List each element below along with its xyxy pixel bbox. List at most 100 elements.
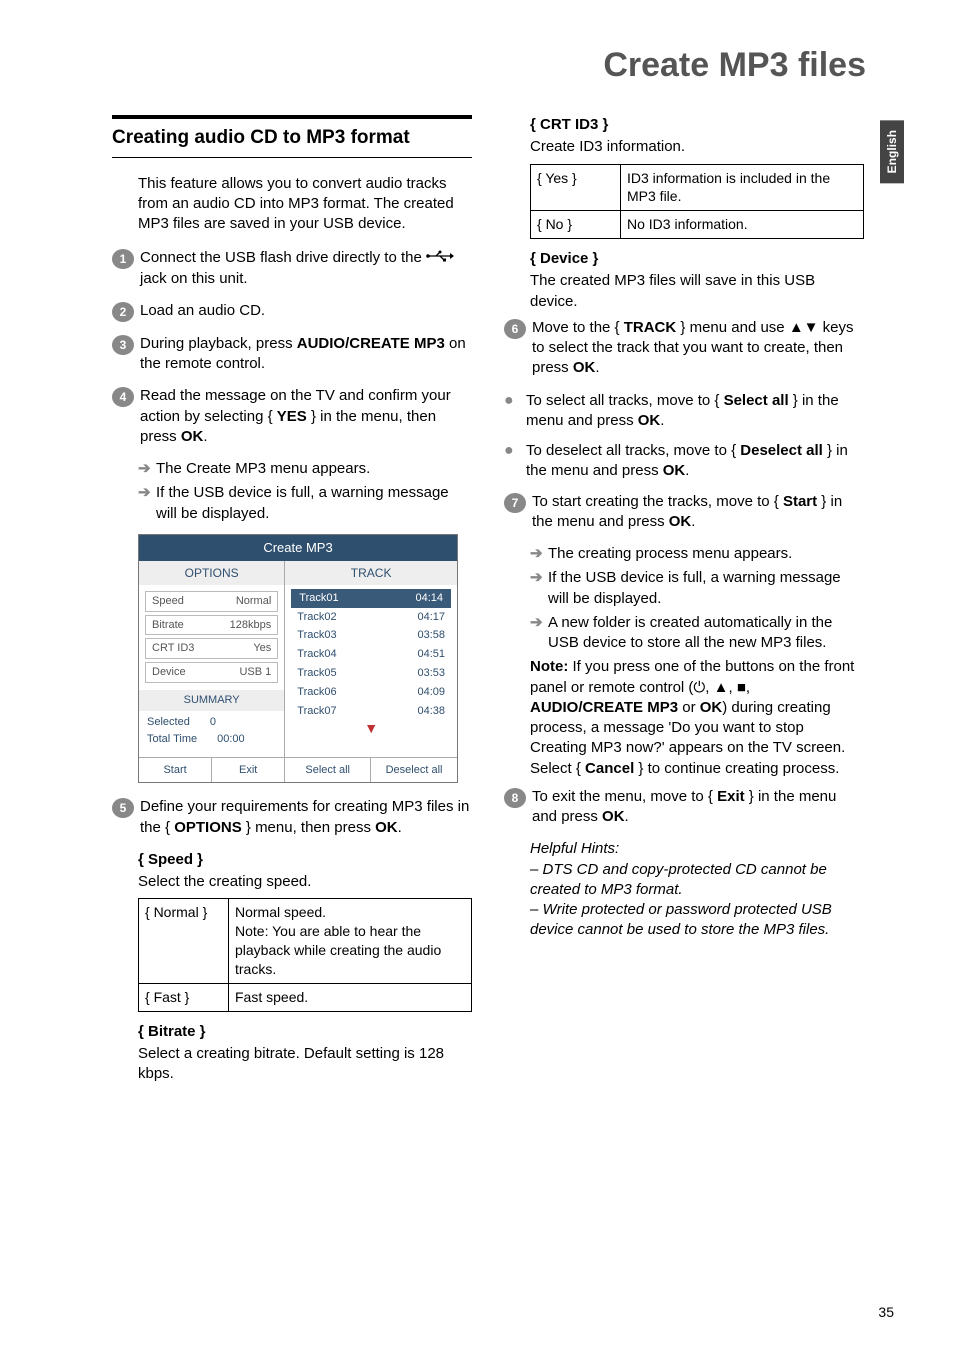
trk-name: Track02 [297, 610, 336, 625]
trk-name: Track07 [297, 704, 336, 719]
step7-sub3: ➔A new folder is created automatically i… [530, 613, 864, 654]
step8-b: Exit [717, 788, 745, 805]
trk-time: 03:53 [417, 666, 445, 681]
step5-e: . [398, 819, 402, 836]
step5-c: } menu, then press [242, 819, 375, 836]
step-8: 8 To exit the menu, move to { Exit } in … [504, 787, 864, 828]
step-2: 2 Load an audio CD. [112, 301, 472, 322]
s7s1: The creating process menu appears. [548, 544, 792, 564]
step4-e: . [203, 428, 207, 445]
nc1: , [705, 679, 713, 696]
b2b: Deselect all [740, 442, 823, 459]
device-h-text: { Device } [530, 250, 598, 267]
speed-h-text: { Speed } [138, 851, 203, 868]
trk-name: Track01 [299, 591, 338, 606]
bitrate-h-text: { Bitrate } [138, 1023, 206, 1040]
arrow-icon: ➔ [530, 613, 548, 633]
step-number-icon: 5 [112, 798, 134, 818]
opt-val: Yes [253, 641, 271, 656]
speed-table: { Normal }Normal speed. Note: You are ab… [138, 898, 472, 1011]
step4-b: YES [277, 408, 307, 425]
option-row: Bitrate 128kbps [145, 615, 278, 636]
arrow-icon: ➔ [138, 459, 156, 479]
eject-icon: ▲ [714, 679, 729, 696]
nf: OK [700, 699, 723, 716]
page-number: 35 [878, 1304, 894, 1320]
cell: Fast speed. [229, 984, 472, 1012]
step-number-icon: 2 [112, 302, 134, 322]
sum-val: 0 [210, 715, 216, 730]
option-row: SpeedNormal [145, 591, 278, 612]
opt-key: Bitrate [152, 618, 184, 633]
step7-sub1: ➔The creating process menu appears. [530, 544, 864, 564]
intro-text: This feature allows you to convert audio… [138, 174, 472, 235]
summary-row: Total Time00:00 [147, 732, 276, 747]
cell: { No } [531, 211, 621, 239]
cell: { Yes } [531, 164, 621, 211]
step-number-icon: 1 [112, 249, 134, 269]
stop-icon: ■ [737, 679, 746, 696]
step-6: 6 Move to the { TRACK } menu and use ▲▼ … [504, 318, 864, 379]
track-row: Track0303:58 [289, 626, 453, 645]
trk-time: 04:14 [415, 591, 443, 606]
hints-heading: Helpful Hints: [530, 839, 864, 859]
opt-val: Normal [236, 594, 271, 609]
step7-b: Start [783, 493, 817, 510]
nh: Cancel [585, 760, 634, 777]
trk-time: 03:58 [417, 628, 445, 643]
sum-key: Selected [147, 715, 190, 730]
crt-table: { Yes }ID3 information is included in th… [530, 164, 864, 240]
step7-a: To start creating the tracks, move to { [532, 493, 783, 510]
step7-sub2: ➔If the USB device is full, a warning me… [530, 568, 864, 609]
arrow-icon: ➔ [530, 544, 548, 564]
device-heading: { Device } [530, 249, 864, 269]
down-triangle-icon: ▼ [289, 721, 453, 739]
b1e: . [660, 412, 664, 429]
summary-header: SUMMARY [139, 690, 284, 711]
step5-d: OK [375, 819, 398, 836]
step4-sub1: ➔The Create MP3 menu appears. [138, 459, 472, 479]
step4-d: OK [181, 428, 204, 445]
exit-cell: Exit [212, 758, 285, 783]
track-row: Track0404:51 [289, 645, 453, 664]
start-cell: Start [139, 758, 212, 783]
step6-a: Move to the { [532, 319, 624, 336]
step-number-icon: 7 [504, 493, 526, 513]
trk-name: Track04 [297, 647, 336, 662]
step-number-icon: 4 [112, 387, 134, 407]
page-title: Create MP3 files [603, 46, 866, 85]
trk-time: 04:38 [417, 704, 445, 719]
step-number-icon: 3 [112, 335, 134, 355]
cell: No ID3 information. [621, 211, 864, 239]
step4-sub2-text: If the USB device is full, a warning mes… [156, 483, 472, 524]
right-column: { CRT ID3 } Create ID3 information. { Ye… [504, 115, 864, 1091]
cell: ID3 information is included in the MP3 f… [621, 164, 864, 211]
selectall-cell: Select all [285, 758, 371, 783]
step8-d: OK [602, 808, 625, 825]
step-7: 7 To start creating the tracks, move to … [504, 492, 864, 533]
language-tab: English [880, 120, 904, 183]
track-header: TRACK [285, 561, 457, 585]
create-mp3-panel: Create MP3 OPTIONS SpeedNormal Bitrate12… [138, 534, 458, 783]
step4-sub2: ➔If the USB device is full, a warning me… [138, 483, 472, 524]
crt-desc: Create ID3 information. [530, 137, 864, 157]
track-row: Track02 04:17 [289, 608, 453, 627]
opt-val: 128kbps [230, 618, 272, 633]
usb-icon [426, 248, 454, 268]
note-block: Note: If you press one of the buttons on… [530, 657, 864, 779]
step7-e: . [691, 513, 695, 530]
arrow-icon: ➔ [530, 568, 548, 588]
b2d: OK [663, 462, 686, 479]
step-1: 1 Connect the USB flash drive directly t… [112, 248, 472, 289]
trk-time: 04:17 [417, 610, 445, 625]
option-row: DeviceUSB 1 [145, 662, 278, 683]
ni: } to continue creating process. [634, 760, 839, 777]
bullet-icon: ● [504, 441, 526, 460]
speed-heading: { Speed } [138, 850, 472, 870]
deselectall-cell: Deselect all [371, 758, 457, 783]
sum-key: Total Time [147, 732, 197, 747]
hints-1: – DTS CD and copy-protected CD cannot be… [530, 860, 864, 901]
left-column: Creating audio CD to MP3 format This fea… [112, 115, 472, 1091]
bullet-deselectall: ● To deselect all tracks, move to { Dese… [504, 441, 864, 482]
b1d: OK [638, 412, 661, 429]
